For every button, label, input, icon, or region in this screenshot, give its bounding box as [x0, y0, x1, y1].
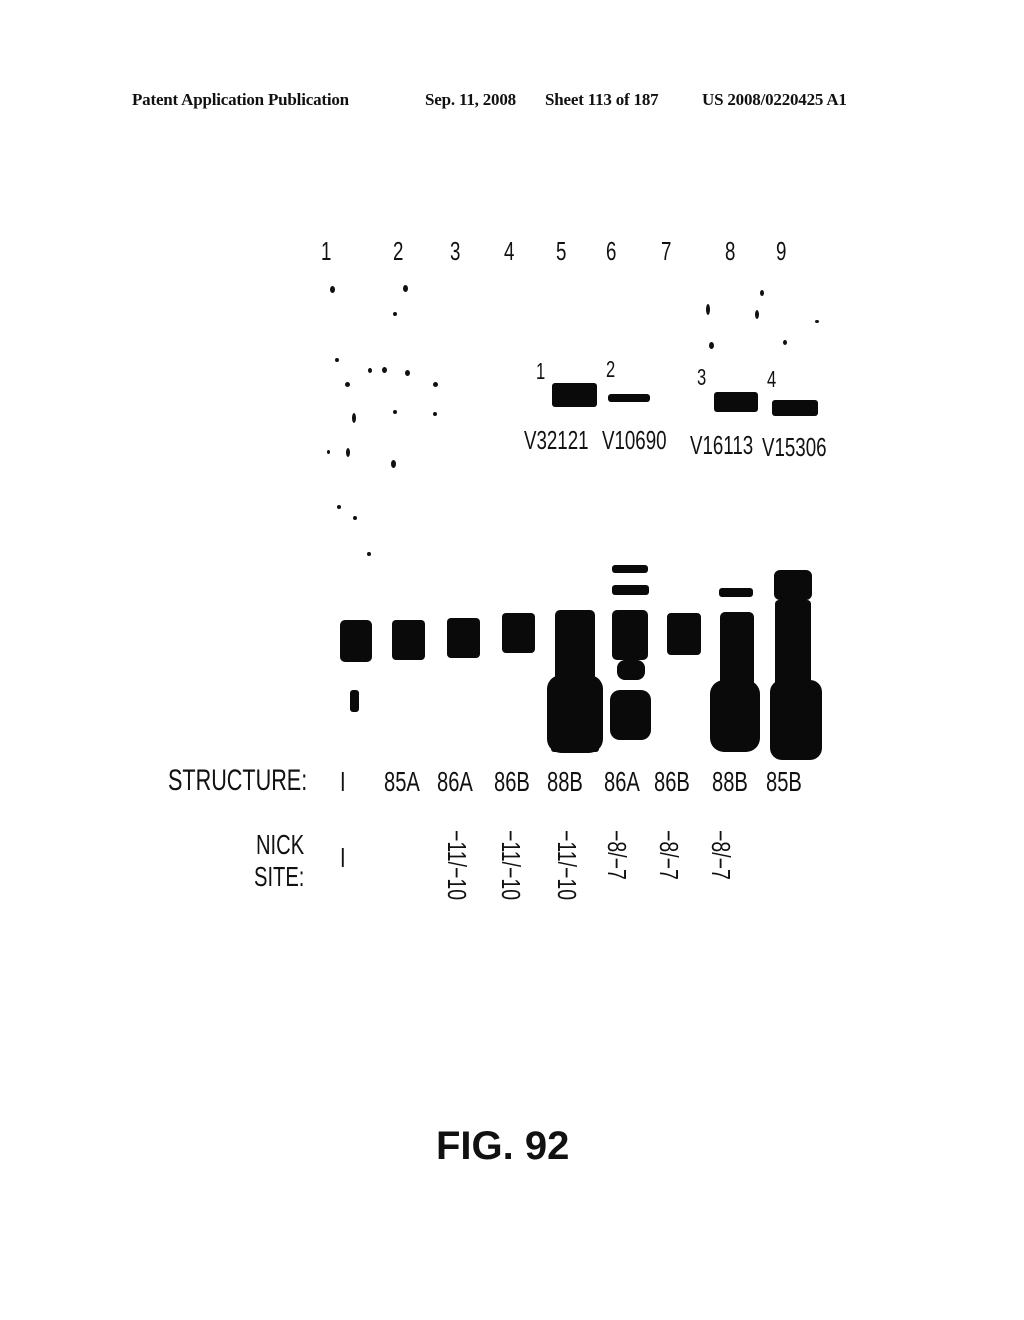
lane-number: 6 [606, 236, 617, 266]
structure-value: I [340, 766, 346, 797]
header-date: Sep. 11, 2008 [425, 90, 516, 109]
nick-label-line1: NICK [256, 829, 305, 860]
lane-number: 1 [321, 236, 332, 266]
structure-value: 85B [766, 766, 802, 797]
structure-value: 85A [384, 766, 420, 797]
header-publication: Patent Application Publication [132, 90, 349, 109]
nick-site-value: −8/−7 [602, 830, 632, 880]
blot-number: 4 [767, 366, 777, 392]
lane-number: 4 [504, 236, 515, 266]
nick-site-value: −8/−7 [654, 830, 684, 880]
nick-site-value: −11/−10 [552, 830, 582, 901]
nick-site-value: −8/−7 [706, 830, 736, 880]
nick-label-line2: SITE: [254, 861, 305, 892]
lane-number: 9 [776, 236, 787, 266]
structure-label: STRUCTURE: [168, 764, 308, 797]
lane-number: 7 [661, 236, 672, 266]
gel-image [325, 270, 835, 760]
nick-site-value: −11/−10 [496, 830, 526, 901]
blot-number: 1 [536, 358, 546, 384]
structure-value: 86B [654, 766, 690, 797]
blot-label: V16113 [690, 430, 754, 460]
lane-number: 8 [725, 236, 736, 266]
header-sheet: Sheet 113 of 187 [545, 90, 659, 109]
blot-number: 2 [606, 356, 616, 382]
structure-value: 86A [604, 766, 640, 797]
structure-value: 88B [547, 766, 583, 797]
structure-value: 86A [437, 766, 473, 797]
header-patent-number: US 2008/0220425 A1 [702, 90, 847, 109]
nick-site-value: I [340, 842, 346, 873]
lane-number: 5 [556, 236, 567, 266]
figure-caption: FIG. 92 [436, 1124, 570, 1168]
blot-number: 3 [697, 364, 707, 390]
blot-label: V10690 [602, 425, 667, 455]
lane-number: 3 [450, 236, 461, 266]
nick-site-value: −11/−10 [442, 830, 472, 901]
structure-value: 86B [494, 766, 530, 797]
blot-label: V15306 [762, 432, 827, 462]
blot-label: V32121 [524, 425, 589, 455]
structure-value: 88B [712, 766, 748, 797]
lane-number: 2 [393, 236, 404, 266]
